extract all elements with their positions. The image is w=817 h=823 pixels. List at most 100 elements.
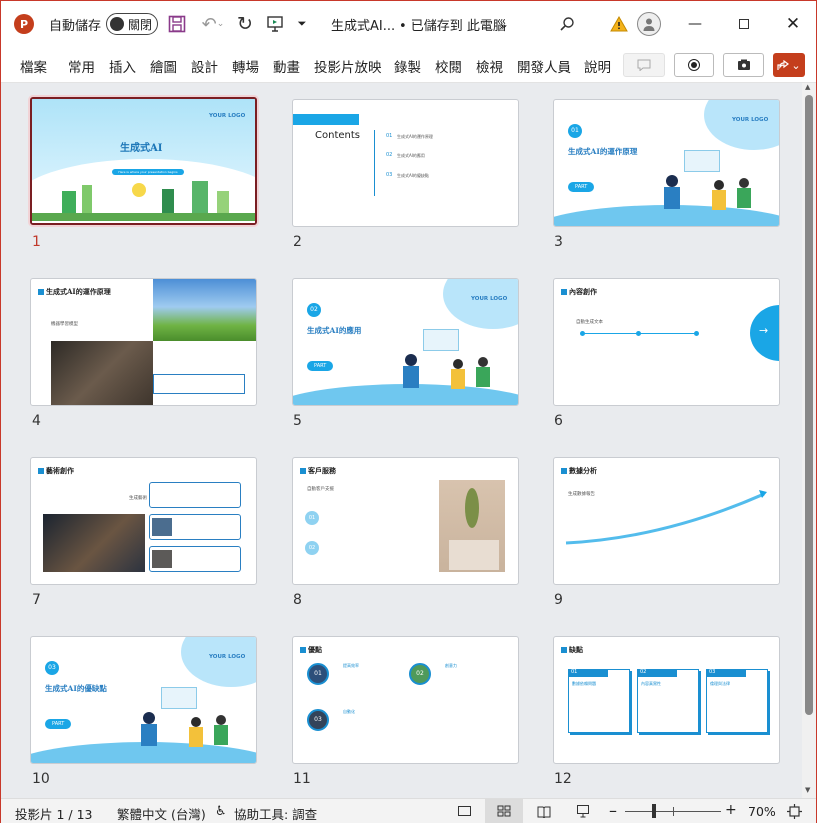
zoom-level[interactable]: 70%	[748, 804, 776, 819]
ribbon-tabs: 檔案 常用 插入 繪圖 設計 轉場 動畫 投影片放映 錄製 校閱 檢視 開發人員…	[1, 48, 816, 83]
pro-label: 創意力	[445, 663, 457, 668]
tab-animations[interactable]: 動畫	[273, 56, 300, 76]
city-illustration	[32, 181, 255, 221]
slide-thumbnail-12[interactable]: 缺點 01 數據依賴問題 02 內容真實性 03 倫理與法律	[553, 636, 780, 764]
arrow-right-icon: →	[759, 324, 769, 337]
share-button[interactable]: ⌄	[773, 53, 805, 77]
slide-thumbnail-7[interactable]: 藝術創作 生成藝術	[30, 457, 257, 585]
customize-toolbar-icon[interactable]: ⏷	[294, 14, 310, 34]
slide-sorter-view-icon[interactable]	[485, 799, 523, 823]
tab-insert[interactable]: 插入	[109, 56, 136, 76]
scroll-down-icon[interactable]: ▼	[805, 786, 810, 794]
autosave-toggle[interactable]: 關閉	[106, 13, 158, 35]
reading-view-icon[interactable]	[533, 802, 555, 820]
growth-curve	[565, 490, 767, 545]
section-badge: 02	[307, 303, 321, 317]
slide-thumbnail-2[interactable]: Contents 01 生成式AI的運作原理 02 生成式AI的應用 03 生成…	[292, 99, 519, 227]
tab-design[interactable]: 設計	[191, 56, 218, 76]
zoom-out-button[interactable]: –	[609, 801, 617, 820]
office-illustration	[664, 150, 774, 225]
document-title[interactable]: 生成式AI...	[331, 15, 395, 34]
pro-label: 提高效率	[343, 663, 359, 668]
office-illustration	[403, 329, 513, 404]
normal-view-icon[interactable]	[453, 802, 475, 820]
slide-subheading: 機器學習模型	[51, 322, 78, 327]
zoom-in-button[interactable]: +	[725, 802, 737, 818]
slide-thumbnail-1[interactable]: YOUR LOGO 生成式AI Here is where your prese…	[30, 97, 257, 225]
title-bar: P 自動儲存 關閉 ↶ ⌄ ↻ ⏷ 生成式AI... • 已儲存到 此電腦 ⌄ —…	[1, 1, 816, 48]
slide-thumbnail-11[interactable]: 優點 01 提高效率 02 創意力 03 自動化	[292, 636, 519, 764]
slide-number-2: 2	[293, 234, 302, 250]
autosave-state: 關閉	[128, 17, 153, 32]
tab-draw[interactable]: 繪圖	[150, 56, 177, 76]
present-icon[interactable]	[265, 14, 285, 34]
scrollbar-thumb[interactable]	[805, 95, 813, 715]
con-label: 倫理與法律	[710, 681, 730, 686]
slide-thumbnail-8[interactable]: 客戶服務 自動客戶支援 01 02	[292, 457, 519, 585]
tab-record[interactable]: 錄製	[394, 56, 421, 76]
maximize-button[interactable]	[734, 14, 754, 34]
undo-icon[interactable]: ↶ ⌄	[197, 14, 229, 35]
tab-home[interactable]: 常用	[68, 56, 95, 76]
record-button[interactable]	[674, 53, 714, 77]
save-icon[interactable]	[167, 14, 187, 34]
redo-icon[interactable]: ↻	[235, 13, 255, 35]
close-button[interactable]: ✕	[782, 14, 804, 34]
slide-sorter: YOUR LOGO 生成式AI Here is where your prese…	[1, 83, 816, 798]
slide-title: 生成式AI	[120, 143, 163, 154]
fit-to-window-icon[interactable]	[785, 802, 803, 820]
step-badge: 02	[305, 541, 319, 555]
meeting-photo	[51, 341, 153, 405]
slide-title: 生成式AI的優缺點	[45, 684, 107, 693]
toggle-knob	[110, 17, 124, 31]
slide-title: Contents	[315, 130, 360, 141]
slide-title: 缺點	[561, 645, 583, 655]
slide-title: 生成式AI的運作原理	[568, 147, 638, 156]
zoom-slider-handle[interactable]	[652, 804, 656, 818]
landscape-photo	[153, 279, 256, 341]
tab-review[interactable]: 校閱	[435, 56, 462, 76]
tab-file[interactable]: 檔案	[20, 56, 47, 76]
tab-view[interactable]: 檢視	[476, 56, 503, 76]
contents-item: 生成式AI的應用	[397, 153, 425, 158]
plant-photo	[439, 480, 505, 572]
slide-thumbnail-10[interactable]: YOUR LOGO 03 生成式AI的優缺點 PART	[30, 636, 257, 764]
search-icon[interactable]	[557, 14, 577, 34]
language-status[interactable]: 繁體中文 (台灣)	[117, 804, 206, 823]
slideshow-view-icon[interactable]	[572, 802, 594, 820]
accessibility-icon[interactable]: ♿	[215, 804, 227, 819]
office-illustration	[141, 687, 251, 762]
avatar[interactable]	[637, 12, 661, 36]
contents-num: 03	[386, 172, 393, 178]
minimize-button[interactable]: —	[683, 14, 707, 34]
step-badge: 01	[305, 511, 319, 525]
contents-num: 02	[386, 152, 393, 158]
present-teams-button[interactable]	[723, 53, 764, 77]
slide-number-1: 1	[32, 234, 41, 250]
slide-thumbnail-9[interactable]: 數據分析 生成數據報告	[553, 457, 780, 585]
slide-subheading: 自動生成文本	[576, 320, 603, 325]
slide-thumbnail-5[interactable]: YOUR LOGO 02 生成式AI的應用 PART	[292, 278, 519, 406]
slide-title: 生成式AI的應用	[307, 326, 362, 335]
slide-subtitle: Here is where your presentation begins	[112, 169, 184, 175]
scroll-up-icon[interactable]: ▲	[805, 83, 810, 91]
slide-thumbnail-6[interactable]: 內容創作 自動生成文本 →	[553, 278, 780, 406]
slide-counter: 投影片 1 / 13	[15, 807, 93, 822]
section-badge: 01	[568, 124, 582, 138]
warning-icon[interactable]	[609, 14, 629, 34]
slide-thumbnail-3[interactable]: YOUR LOGO 01 生成式AI的運作原理 PART	[553, 99, 780, 227]
tab-help[interactable]: 說明	[584, 56, 611, 76]
vertical-scrollbar[interactable]: ▲ ▼	[802, 83, 816, 798]
save-status[interactable]: • 已儲存到 此電腦	[399, 15, 506, 34]
tab-transitions[interactable]: 轉場	[232, 56, 259, 76]
tab-slideshow[interactable]: 投影片放映	[314, 56, 382, 76]
comments-button[interactable]	[623, 53, 665, 77]
chevron-down-icon[interactable]: ⌄	[497, 15, 511, 33]
slide-number-9: 9	[554, 592, 563, 608]
pro-badge: 03	[307, 709, 329, 731]
slide-thumbnail-4[interactable]: 生成式AI的運作原理 機器學習模型	[30, 278, 257, 406]
accessibility-status[interactable]: 協助工具: 調查	[234, 804, 317, 823]
contents-num: 01	[386, 133, 393, 139]
part-label: PART	[45, 719, 72, 729]
tab-developer[interactable]: 開發人員	[517, 56, 571, 76]
